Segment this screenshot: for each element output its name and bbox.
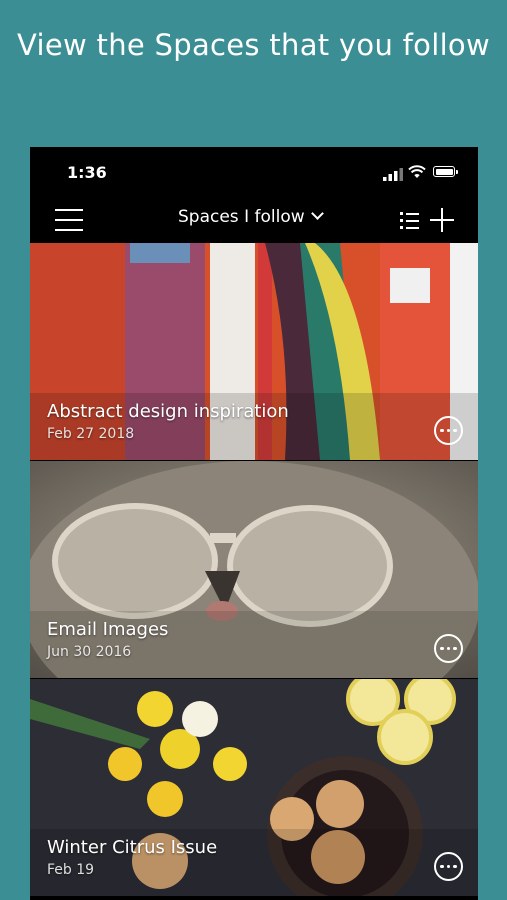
space-card[interactable]: Email Images Jun 30 2016 [30, 461, 478, 678]
space-title: Email Images [47, 619, 169, 640]
space-date: Feb 19 [47, 862, 95, 878]
chevron-down-icon [310, 207, 324, 220]
spaces-filter-dropdown[interactable]: Spaces I follow [178, 207, 324, 227]
wifi-icon [408, 165, 426, 178]
space-date: Jun 30 2016 [47, 644, 132, 660]
cellular-signal-icon [383, 168, 403, 181]
nav-bar: Spaces I follow [30, 197, 478, 243]
hamburger-menu-icon[interactable] [55, 209, 83, 231]
list-view-icon[interactable] [400, 211, 420, 229]
battery-icon [433, 166, 458, 177]
space-card[interactable]: Winter Citrus Issue Feb 19 [30, 679, 478, 896]
nav-title: Spaces I follow [178, 207, 305, 227]
status-time: 1:36 [67, 163, 107, 182]
space-card[interactable]: Abstract design inspiration Feb 27 2018 [30, 243, 478, 460]
more-options-icon[interactable] [434, 852, 463, 881]
space-date: Feb 27 2018 [47, 426, 135, 442]
more-options-icon[interactable] [434, 634, 463, 663]
space-title: Abstract design inspiration [47, 401, 289, 422]
promo-headline: View the Spaces that you follow [17, 28, 490, 62]
more-options-icon[interactable] [434, 416, 463, 445]
add-space-icon[interactable] [430, 208, 454, 232]
status-bar: 1:36 [30, 147, 478, 197]
space-title: Winter Citrus Issue [47, 837, 218, 858]
space-thumbnail-citrus [30, 679, 478, 896]
phone-screen: 1:36 Spaces I follow Abstract design ins… [30, 147, 478, 900]
